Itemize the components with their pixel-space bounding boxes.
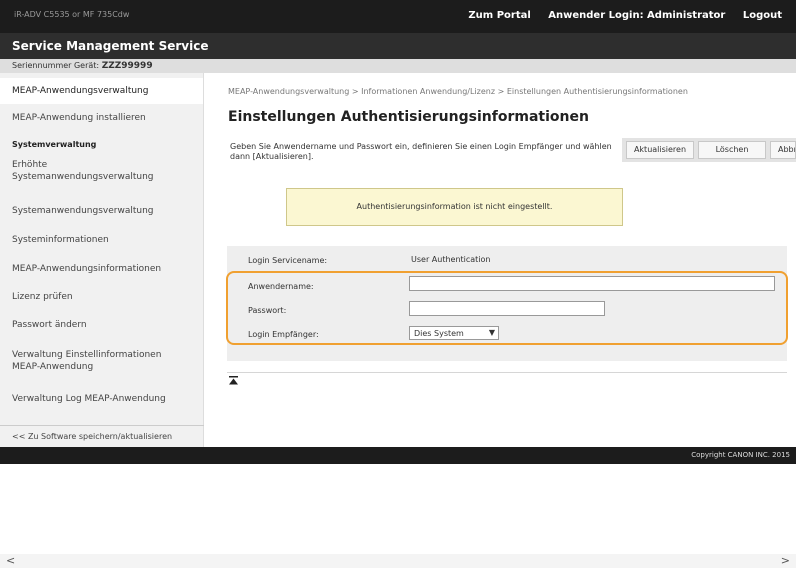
login-info: Anwender Login: Administrator [548, 10, 726, 21]
breadcrumb: MEAP-Anwendungsverwaltung > Informatione… [228, 87, 688, 96]
sidebar-item-settings-info-management[interactable]: Verwaltung Einstellinformationen MEAP-An… [0, 349, 203, 373]
sidebar-item-meap-management[interactable]: MEAP-Anwendungsverwaltung [0, 78, 203, 104]
logout-link[interactable]: Logout [743, 10, 782, 21]
top-bar: iR-ADV C5535 or MF 735Cdw Zum Portal Anw… [0, 0, 796, 33]
status-message: Authentisierungsinformation ist nicht ei… [286, 188, 623, 226]
action-button-bar: Aktualisieren Löschen Abbrechen [622, 138, 796, 162]
highlight-frame [226, 271, 788, 345]
sidebar-item-label: Lizenz prüfen [12, 292, 73, 302]
sidebar-item-label: Passwort ändern [12, 320, 87, 330]
page-title: Einstellungen Authentisierungsinformatio… [228, 109, 589, 125]
delete-button[interactable]: Löschen [698, 141, 766, 159]
sidebar-link-back-to-software-update[interactable]: << Zu Software speichern/aktualisieren [0, 431, 203, 443]
cancel-button[interactable]: Abbrechen [770, 141, 796, 159]
sidebar-item-label: Systeminformationen [12, 235, 109, 245]
device-name: iR-ADV C5535 or MF 735Cdw [14, 10, 130, 19]
sidebar-item-label: MEAP-Anwendungsverwaltung [12, 86, 149, 96]
sidebar-item-label: << Zu Software speichern/aktualisieren [12, 432, 173, 441]
page-description: Geben Sie Anwendername und Passwort ein,… [230, 142, 612, 161]
sidebar-item-meap-app-information[interactable]: MEAP-Anwendungsinformationen [0, 263, 203, 275]
sidebar-item-enhanced-system-app-management[interactable]: Erhöhte Systemanwendungsverwaltung [0, 159, 203, 183]
main-content: MEAP-Anwendungsverwaltung > Informatione… [205, 73, 796, 447]
sidebar: MEAP-Anwendungsverwaltung MEAP-Anwendung… [0, 73, 204, 447]
scroll-left-arrow[interactable]: < [6, 554, 15, 567]
jump-to-top-icon[interactable] [229, 376, 238, 389]
sidebar-heading-label: Systemverwaltung [12, 140, 97, 149]
serial-value: ZZZ99999 [101, 61, 153, 71]
copyright-text: Copyright CANON INC. 2015 [691, 451, 790, 459]
app-title-bar: Service Management Service [0, 33, 796, 59]
sidebar-item-check-license[interactable]: Lizenz prüfen [0, 291, 203, 303]
app-title: Service Management Service [12, 39, 209, 53]
sidebar-item-change-password[interactable]: Passwort ändern [0, 319, 203, 331]
sidebar-item-label: Verwaltung Log MEAP-Anwendung [12, 394, 166, 404]
scroll-right-arrow[interactable]: > [781, 554, 790, 567]
top-links: Zum Portal Anwender Login: Administrator… [468, 10, 796, 21]
sidebar-item-meap-install[interactable]: MEAP-Anwendung installieren [0, 112, 203, 124]
sidebar-item-label: Systemanwendungsverwaltung [12, 206, 154, 216]
portal-link[interactable]: Zum Portal [468, 10, 530, 21]
horizontal-scrollbar[interactable]: < > [0, 554, 796, 568]
content-divider [227, 372, 787, 373]
sidebar-divider [0, 425, 204, 426]
sidebar-item-label: Systemanwendungsverwaltung [12, 172, 154, 182]
footer: Copyright CANON INC. 2015 [0, 447, 796, 464]
serial-label: Seriennummer Gerät: [12, 61, 100, 70]
sidebar-item-system-app-management[interactable]: Systemanwendungsverwaltung [0, 205, 203, 217]
sidebar-item-label: Erhöhte [12, 160, 48, 170]
sidebar-item-system-information[interactable]: Systeminformationen [0, 234, 203, 246]
update-button[interactable]: Aktualisieren [626, 141, 694, 159]
sidebar-item-label: MEAP-Anwendung [12, 362, 94, 372]
sidebar-item-label: MEAP-Anwendung installieren [12, 113, 146, 123]
sidebar-heading-system-management: Systemverwaltung [0, 139, 203, 151]
service-name-value: User Authentication [411, 255, 491, 264]
service-name-label: Login Servicename: [248, 256, 328, 265]
sidebar-item-label: Verwaltung Einstellinformationen [12, 350, 162, 360]
sidebar-item-log-management[interactable]: Verwaltung Log MEAP-Anwendung [0, 393, 203, 405]
sidebar-item-label: MEAP-Anwendungsinformationen [12, 264, 162, 274]
serial-bar: Seriennummer Gerät: ZZZ99999 [0, 59, 796, 73]
